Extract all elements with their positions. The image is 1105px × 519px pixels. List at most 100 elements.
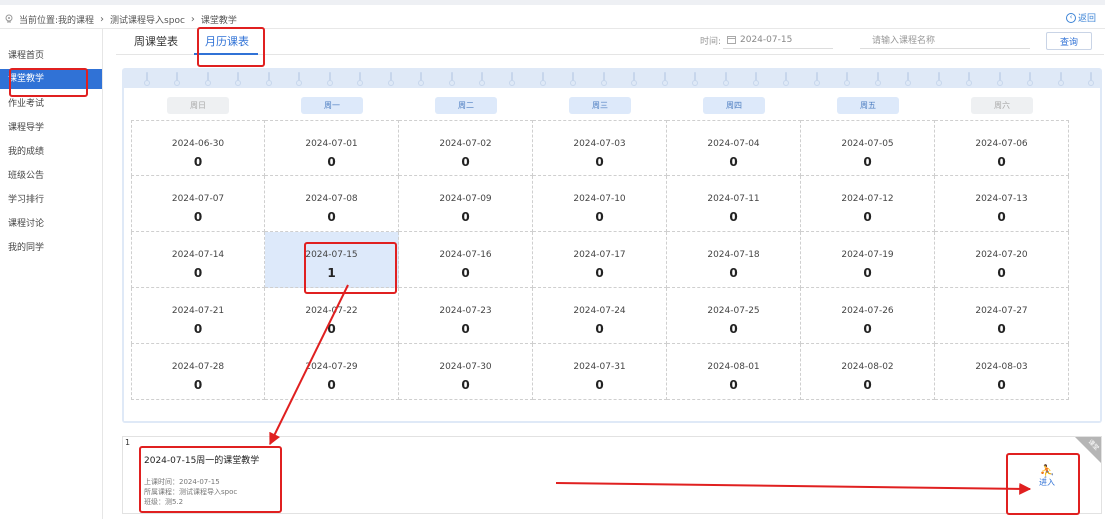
calendar-day-cell[interactable]: 2024-07-07 0 bbox=[131, 176, 265, 232]
calendar-day-cell[interactable]: 2024-07-20 0 bbox=[935, 232, 1069, 288]
calendar-day-cell[interactable]: 2024-07-18 0 bbox=[667, 232, 801, 288]
month-calendar: 周日 周一 周二 周三 周四 周五 周六 2024-06-30 0 2024-07-01 0 2024… bbox=[124, 88, 1100, 421]
breadcrumb-course[interactable]: 测试课程导入spoc bbox=[110, 13, 185, 26]
binder-ring bbox=[326, 72, 333, 86]
day-date: 2024-07-10 bbox=[573, 194, 626, 204]
annotation-box-date-cell bbox=[304, 242, 397, 294]
calendar-day-cell[interactable]: 2024-07-01 0 bbox=[265, 120, 399, 176]
calendar-icon bbox=[727, 36, 736, 44]
sidebar-item-ranking[interactable]: 学习排行 bbox=[0, 190, 102, 210]
day-date: 2024-07-08 bbox=[305, 194, 358, 204]
calendar-day-cell[interactable]: 2024-07-11 0 bbox=[667, 176, 801, 232]
calendar-day-cell[interactable]: 2024-07-21 0 bbox=[131, 288, 265, 344]
sidebar-item-homework[interactable]: 作业考试 bbox=[0, 94, 102, 114]
day-date: 2024-07-23 bbox=[439, 306, 492, 316]
breadcrumb-location[interactable]: 当前位置:我的课程 bbox=[19, 13, 94, 26]
sidebar-item-course-home[interactable]: 课程首页 bbox=[0, 46, 102, 66]
binder-ring bbox=[539, 72, 546, 86]
calendar-day-cell[interactable]: 2024-06-30 0 bbox=[131, 120, 265, 176]
day-lesson-count: 0 bbox=[461, 155, 470, 169]
calendar-day-cell[interactable]: 2024-07-02 0 bbox=[399, 120, 533, 176]
binder-ring bbox=[509, 72, 516, 86]
day-date: 2024-08-02 bbox=[841, 362, 894, 372]
binder-ring bbox=[235, 72, 242, 86]
calendar-day-cell[interactable]: 2024-07-12 0 bbox=[801, 176, 935, 232]
calendar-day-cell[interactable]: 2024-07-27 0 bbox=[935, 288, 1069, 344]
calendar-panel: 周日 周一 周二 周三 周四 周五 周六 2024-06-30 0 2024-07-01 0 2024… bbox=[122, 68, 1102, 423]
day-date: 2024-07-22 bbox=[305, 306, 358, 316]
day-date: 2024-07-28 bbox=[171, 362, 225, 372]
calendar-day-cell[interactable]: 2024-07-06 0 bbox=[935, 120, 1069, 176]
breadcrumb-separator-icon: › bbox=[100, 13, 105, 25]
calendar-day-cell[interactable]: 2024-08-02 0 bbox=[801, 344, 935, 400]
calendar-day-cell[interactable]: 2024-07-08 0 bbox=[265, 176, 399, 232]
course-search-input[interactable]: 请输入课程名称 bbox=[860, 31, 1030, 49]
day-date: 2024-07-31 bbox=[573, 362, 626, 372]
day-date: 2024-07-19 bbox=[841, 250, 894, 260]
sidebar-item-discussion[interactable]: 课程讨论 bbox=[0, 214, 102, 234]
day-lesson-count: 0 bbox=[461, 322, 470, 336]
calendar-day-cell[interactable]: 2024-07-10 0 bbox=[533, 176, 667, 232]
calendar-day-cell[interactable]: 2024-08-01 0 bbox=[667, 344, 801, 400]
tab-weekly[interactable]: 周课堂表 bbox=[134, 33, 178, 49]
day-date: 2024-06-30 bbox=[171, 139, 225, 149]
day-lesson-count: 0 bbox=[193, 155, 203, 169]
sidebar-item-notices[interactable]: 班级公告 bbox=[0, 166, 102, 186]
binder-ring bbox=[874, 72, 881, 86]
calendar-day-cell[interactable]: 2024-07-31 0 bbox=[533, 344, 667, 400]
day-lesson-count: 0 bbox=[997, 210, 1006, 224]
binder-ring bbox=[387, 72, 394, 86]
calendar-day-cell[interactable]: 2024-07-03 0 bbox=[533, 120, 667, 176]
day-date: 2024-07-01 bbox=[305, 139, 358, 149]
calendar-day-cell[interactable]: 2024-07-23 0 bbox=[399, 288, 533, 344]
binder-ring bbox=[722, 72, 729, 86]
day-lesson-count: 0 bbox=[193, 322, 203, 336]
day-date: 2024-07-18 bbox=[707, 250, 760, 260]
day-date: 2024-07-17 bbox=[573, 250, 626, 260]
calendar-day-cell[interactable]: 2024-07-13 0 bbox=[935, 176, 1069, 232]
calendar-day-cell[interactable]: 2024-07-14 0 bbox=[131, 232, 265, 288]
day-lesson-count: 0 bbox=[595, 155, 604, 169]
binder-ring bbox=[144, 72, 150, 86]
day-date: 2024-07-04 bbox=[707, 139, 760, 149]
day-date: 2024-07-09 bbox=[439, 194, 492, 204]
day-lesson-count: 0 bbox=[863, 155, 872, 169]
day-date: 2024-07-11 bbox=[707, 194, 760, 204]
calendar-day-cell[interactable]: 2024-07-22 0 bbox=[265, 288, 399, 344]
search-button[interactable]: 查询 bbox=[1046, 32, 1092, 50]
day-lesson-count: 0 bbox=[863, 378, 872, 392]
calendar-day-cell[interactable]: 2024-07-17 0 bbox=[533, 232, 667, 288]
calendar-day-cell[interactable]: 2024-08-03 0 bbox=[935, 344, 1069, 400]
calendar-day-cell[interactable]: 2024-07-04 0 bbox=[667, 120, 801, 176]
calendar-day-cell[interactable]: 2024-07-19 0 bbox=[801, 232, 935, 288]
date-picker[interactable]: 2024-07-15 bbox=[723, 31, 833, 49]
weekday-header: 周三 bbox=[569, 97, 631, 114]
day-lesson-count: 0 bbox=[595, 322, 604, 336]
day-date: 2024-07-05 bbox=[841, 139, 894, 149]
calendar-day-cell[interactable]: 2024-07-16 0 bbox=[399, 232, 533, 288]
day-date: 2024-08-01 bbox=[707, 362, 760, 372]
calendar-day-cell[interactable]: 2024-07-29 0 bbox=[265, 344, 399, 400]
time-label: 时间: bbox=[700, 36, 722, 47]
calendar-day-cell[interactable]: 2024-07-25 0 bbox=[667, 288, 801, 344]
day-lesson-count: 0 bbox=[461, 210, 470, 224]
calendar-day-cell[interactable]: 2024-07-24 0 bbox=[533, 288, 667, 344]
day-lesson-count: 0 bbox=[327, 155, 336, 169]
calendar-day-cell[interactable]: 2024-07-09 0 bbox=[399, 176, 533, 232]
sidebar-item-classmates[interactable]: 我的同学 bbox=[0, 238, 102, 258]
lesson-count: 1 bbox=[125, 438, 131, 447]
back-button[interactable]: ‹ 返回 bbox=[1065, 11, 1096, 24]
sidebar-item-guide[interactable]: 课程导学 bbox=[0, 118, 102, 138]
day-lesson-count: 0 bbox=[327, 378, 336, 392]
day-date: 2024-07-26 bbox=[841, 306, 894, 316]
sidebar-item-grades[interactable]: 我的成绩 bbox=[0, 142, 102, 162]
binder-ring bbox=[966, 72, 973, 86]
calendar-day-cell[interactable]: 2024-07-05 0 bbox=[801, 120, 935, 176]
binder-ring bbox=[357, 72, 364, 86]
back-arrow-icon: ‹ bbox=[1065, 12, 1076, 23]
binder-ring bbox=[905, 72, 912, 86]
calendar-day-cell[interactable]: 2024-07-26 0 bbox=[801, 288, 935, 344]
calendar-day-cell[interactable]: 2024-07-30 0 bbox=[399, 344, 533, 400]
calendar-day-cell[interactable]: 2024-07-28 0 bbox=[131, 344, 265, 400]
day-lesson-count: 0 bbox=[461, 378, 470, 392]
